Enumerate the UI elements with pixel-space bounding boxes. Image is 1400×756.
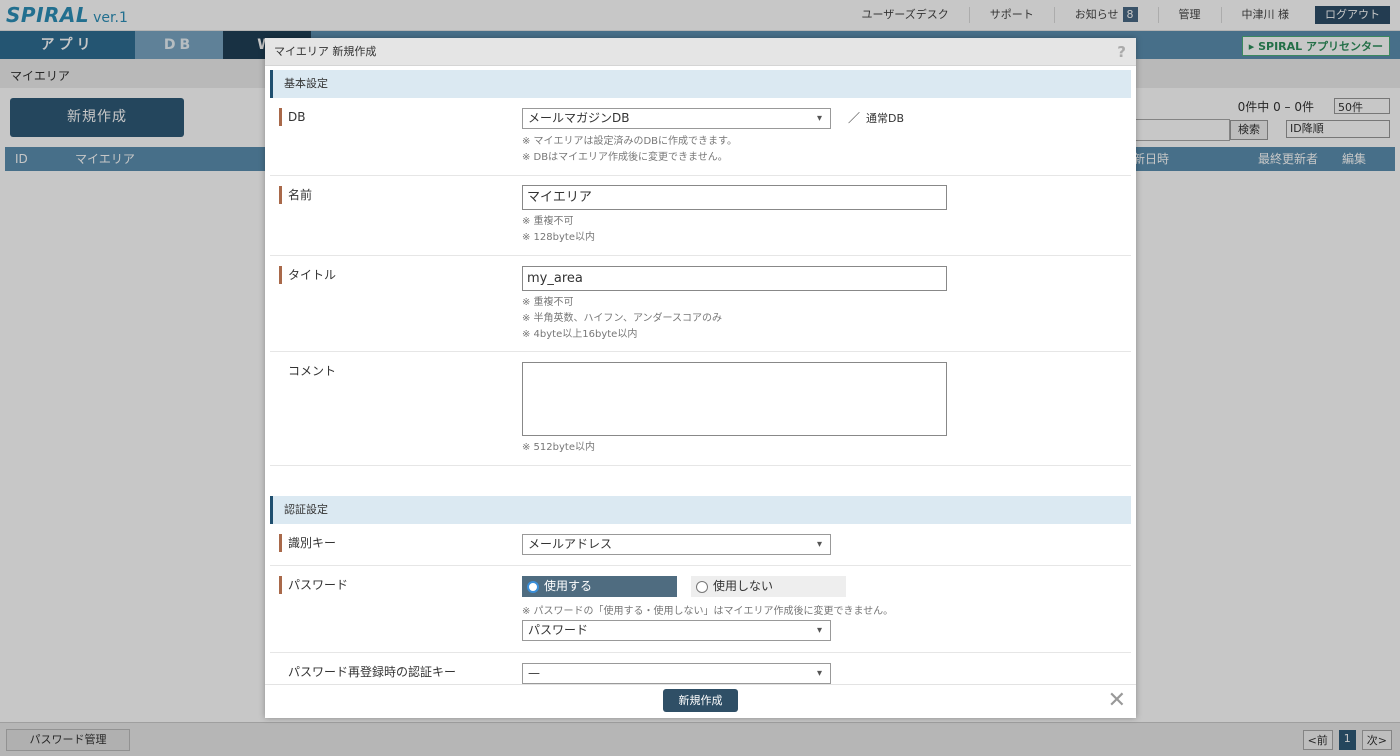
section-basic-settings: 基本設定 bbox=[270, 70, 1131, 98]
row-id-key: 識別キー メールアドレス bbox=[270, 524, 1131, 566]
row-title: タイトル my_area ※ 重複不可 ※ 半角英数、ハイフン、アンダースコアの… bbox=[270, 256, 1131, 352]
title-note-3: ※ 4byte以上16byte以内 bbox=[522, 329, 638, 340]
name-label: 名前 bbox=[279, 186, 312, 204]
password-use-label: 使用する bbox=[544, 579, 593, 593]
title-note-1: ※ 重複不可 bbox=[522, 297, 574, 308]
db-note-2: ※ DBはマイエリア作成後に変更できません。 bbox=[522, 152, 728, 163]
name-note-1: ※ 重複不可 bbox=[522, 216, 574, 227]
db-type: 通常DB bbox=[866, 112, 905, 125]
reauth-key-control: — bbox=[522, 663, 831, 684]
row-db: DB メールマガジンDB ※ マイエリアは設定済みのDBに作成できます。 ※ D… bbox=[270, 98, 1131, 176]
db-select[interactable]: メールマガジンDB bbox=[522, 108, 831, 129]
password-note: ※ パスワードの「使用する・使用しない」はマイエリア作成後に変更できません。 bbox=[522, 606, 894, 617]
id-key-select[interactable]: メールアドレス bbox=[522, 534, 831, 555]
password-label: パスワード bbox=[279, 576, 348, 594]
db-label: DB bbox=[279, 108, 305, 126]
new-myarea-modal: マイエリア 新規作成 ? 基本設定 DB メールマガジンDB ※ マイエリアは設… bbox=[265, 38, 1136, 718]
db-control: メールマガジンDB ※ マイエリアは設定済みのDBに作成できます。 ※ DBはマ… bbox=[522, 108, 831, 166]
radio-selected-icon bbox=[527, 580, 539, 593]
comment-note: ※ 512byte以内 bbox=[522, 442, 595, 453]
name-note-2: ※ 128byte以内 bbox=[522, 232, 595, 243]
title-input[interactable]: my_area bbox=[522, 266, 947, 291]
row-password: パスワード 使用する 使用しない ※ パスワードの「使用する・使用しない」はマイ… bbox=[270, 566, 1131, 653]
section-auth-settings: 認証設定 bbox=[270, 496, 1131, 524]
modal-footer: 新規作成 ✕ bbox=[265, 684, 1136, 718]
row-reauth-key: パスワード再登録時の認証キー — bbox=[270, 653, 1131, 684]
reauth-key-label: パスワード再登録時の認証キー bbox=[288, 665, 457, 679]
password-nouse-label: 使用しない bbox=[713, 579, 774, 593]
comment-textarea[interactable] bbox=[522, 362, 947, 436]
name-input[interactable]: マイエリア bbox=[522, 185, 947, 210]
close-icon[interactable]: ✕ bbox=[1108, 689, 1126, 713]
title-control: my_area ※ 重複不可 ※ 半角英数、ハイフン、アンダースコアのみ ※ 4… bbox=[522, 266, 947, 343]
modal-body: 基本設定 DB メールマガジンDB ※ マイエリアは設定済みのDBに作成できます… bbox=[265, 66, 1136, 684]
reauth-key-select[interactable]: — bbox=[522, 663, 831, 684]
help-icon[interactable]: ? bbox=[1117, 38, 1126, 66]
title-label: タイトル bbox=[279, 266, 336, 284]
comment-label: コメント bbox=[288, 364, 337, 378]
radio-unselected-icon bbox=[696, 580, 708, 593]
id-key-label: 識別キー bbox=[279, 534, 336, 552]
password-radio-group: 使用する 使用しない bbox=[522, 576, 893, 597]
title-note-2: ※ 半角英数、ハイフン、アンダースコアのみ bbox=[522, 313, 723, 324]
row-name: 名前 マイエリア ※ 重複不可 ※ 128byte以内 bbox=[270, 176, 1131, 256]
password-nouse-radio[interactable]: 使用しない bbox=[691, 576, 846, 597]
name-control: マイエリア ※ 重複不可 ※ 128byte以内 bbox=[522, 185, 947, 246]
password-use-radio[interactable]: 使用する bbox=[522, 576, 677, 597]
db-note-1: ※ マイエリアは設定済みのDBに作成できます。 bbox=[522, 136, 738, 147]
modal-title: マイエリア 新規作成 bbox=[274, 45, 377, 58]
db-slash: ／ bbox=[848, 111, 861, 125]
comment-control: ※ 512byte以内 bbox=[522, 362, 947, 456]
row-comment: コメント ※ 512byte以内 bbox=[270, 352, 1131, 466]
password-control: 使用する 使用しない ※ パスワードの「使用する・使用しない」はマイエリア作成後… bbox=[522, 576, 893, 641]
create-button[interactable]: 新規作成 bbox=[663, 689, 738, 712]
password-field-select[interactable]: パスワード bbox=[522, 620, 831, 641]
modal-header: マイエリア 新規作成 ? bbox=[265, 38, 1136, 66]
id-key-control: メールアドレス bbox=[522, 534, 831, 555]
